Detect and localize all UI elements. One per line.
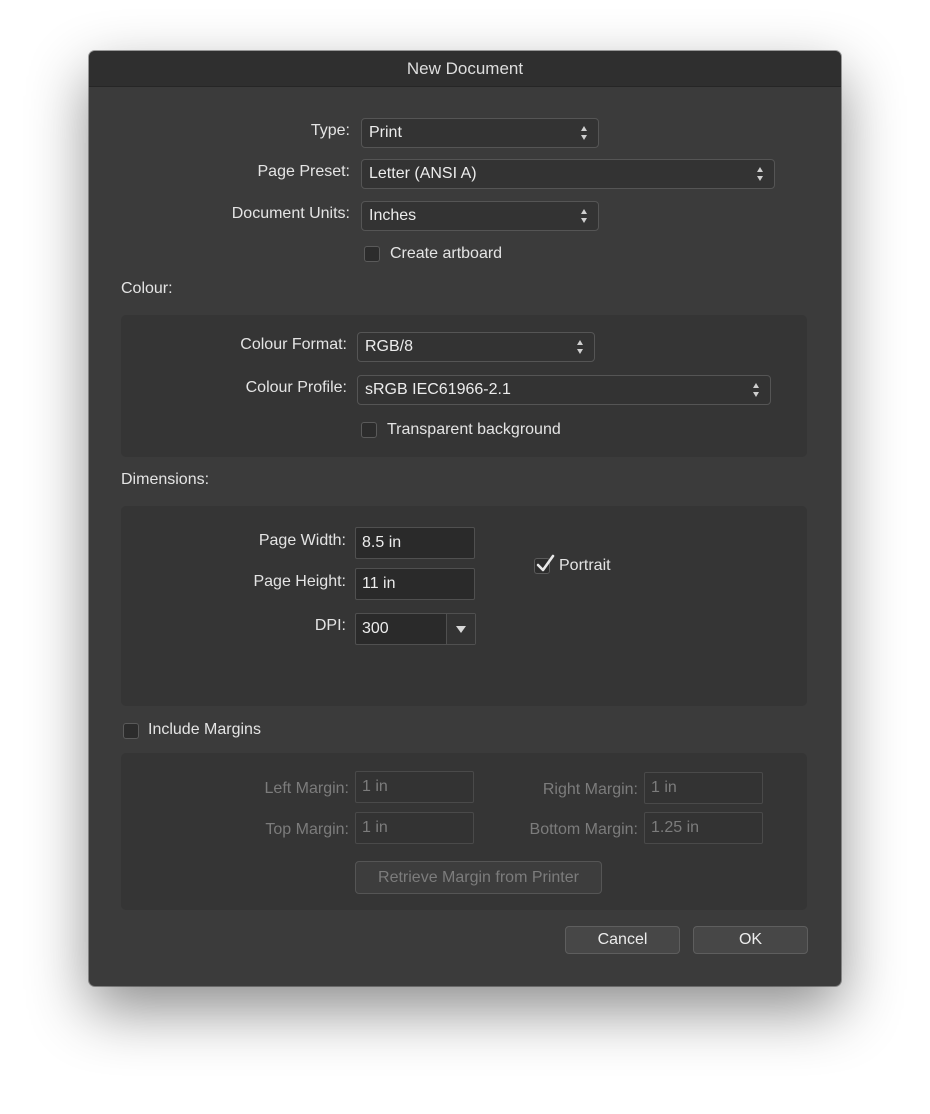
dimensions-group: Page Width: 8.5 in Page Height: 11 in DP…: [121, 506, 807, 706]
colour-format-label: Colour Format:: [240, 336, 347, 353]
dialog-title: New Document: [89, 51, 841, 87]
colour-profile-label: Colour Profile:: [245, 379, 347, 396]
page-preset-select[interactable]: Letter (ANSI A): [361, 159, 775, 189]
dpi-combo[interactable]: 300: [355, 613, 476, 645]
colour-group: Colour Format: RGB/8 Colour Profile: sRG…: [121, 315, 807, 457]
colour-profile-select[interactable]: sRGB IEC61966-2.1: [357, 375, 771, 405]
margins-group: Left Margin: 1 in Right Margin: 1 in Top…: [121, 753, 807, 910]
updown-arrows-icon: [756, 166, 764, 182]
include-margins-label: Include Margins: [148, 721, 261, 738]
retrieve-margin-button[interactable]: Retrieve Margin from Printer: [355, 861, 602, 894]
type-select[interactable]: Print: [361, 118, 599, 148]
document-units-value: Inches: [369, 207, 417, 224]
create-artboard-checkbox[interactable]: [364, 246, 380, 262]
top-margin-label: Top Margin:: [265, 821, 349, 838]
transparent-background-checkbox[interactable]: [361, 422, 377, 438]
portrait-label: Portrait: [559, 557, 611, 574]
right-margin-label: Right Margin:: [542, 781, 638, 798]
type-select-value: Print: [369, 124, 402, 141]
colour-section-label: Colour:: [121, 280, 173, 297]
dpi-value: 300: [362, 620, 389, 637]
page-height-field[interactable]: 11 in: [355, 568, 475, 600]
page-height-label: Page Height:: [253, 573, 346, 590]
colour-format-value: RGB/8: [365, 338, 414, 355]
type-label: Type:: [310, 122, 350, 139]
page-preset-value: Letter (ANSI A): [369, 165, 477, 182]
document-units-label: Document Units:: [231, 205, 350, 222]
include-margins-checkbox[interactable]: [123, 723, 139, 739]
bottom-margin-field[interactable]: 1.25 in: [644, 812, 763, 844]
create-artboard-label: Create artboard: [390, 245, 503, 262]
portrait-checkbox[interactable]: [534, 554, 555, 574]
left-margin-label: Left Margin:: [264, 780, 349, 797]
page-width-label: Page Width:: [258, 532, 346, 549]
cancel-button[interactable]: Cancel: [565, 926, 680, 954]
page-preset-label: Page Preset:: [257, 163, 351, 180]
dimensions-section-label: Dimensions:: [121, 471, 210, 488]
updown-arrows-icon: [752, 382, 760, 398]
updown-arrows-icon: [580, 208, 588, 224]
colour-profile-value: sRGB IEC61966-2.1: [365, 381, 511, 398]
page-width-field[interactable]: 8.5 in: [355, 527, 475, 559]
updown-arrows-icon: [580, 125, 588, 141]
updown-arrows-icon: [576, 339, 584, 355]
new-document-dialog: New Document Type: Print Page Preset: Le…: [89, 51, 841, 986]
dpi-label: DPI:: [314, 617, 346, 634]
bottom-margin-label: Bottom Margin:: [529, 821, 638, 838]
dropdown-arrow-icon[interactable]: [446, 614, 475, 644]
transparent-background-label: Transparent background: [387, 421, 561, 438]
ok-button[interactable]: OK: [693, 926, 808, 954]
checkmark-icon: [536, 554, 555, 572]
document-units-select[interactable]: Inches: [361, 201, 599, 231]
right-margin-field[interactable]: 1 in: [644, 772, 763, 804]
colour-format-select[interactable]: RGB/8: [357, 332, 595, 362]
